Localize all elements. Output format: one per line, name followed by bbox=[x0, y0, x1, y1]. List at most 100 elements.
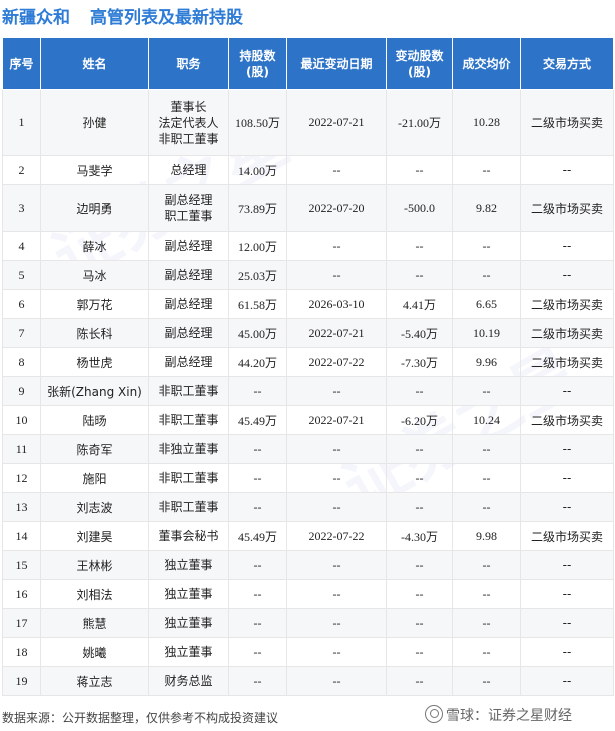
cell-change: -- bbox=[386, 376, 453, 406]
cell-change: -6.20万 bbox=[386, 405, 453, 435]
cell-position: 副总经理 bbox=[148, 289, 229, 319]
table-row: 12 施阳 非职工董事 -- -- -- -- -- bbox=[2, 463, 614, 493]
table-row: 18 姚曦 独立董事 -- -- -- -- -- bbox=[2, 637, 614, 667]
cell-shares: -- bbox=[228, 376, 287, 406]
cell-name: 熊慧 bbox=[40, 608, 149, 638]
cell-shares: -- bbox=[228, 492, 287, 522]
cell-price: -- bbox=[452, 434, 521, 464]
cell-change: -21.00万 bbox=[386, 89, 453, 156]
cell-no: 8 bbox=[2, 347, 41, 377]
cell-date: -- bbox=[286, 608, 387, 638]
table-row: 17 熊慧 独立董事 -- -- -- -- -- bbox=[2, 608, 614, 638]
cell-change: -5.40万 bbox=[386, 318, 453, 348]
cell-price: -- bbox=[452, 579, 521, 609]
cell-change: -- bbox=[386, 492, 453, 522]
cell-method: -- bbox=[520, 463, 614, 493]
cell-shares: 14.00万 bbox=[228, 155, 287, 185]
cell-change: -7.30万 bbox=[386, 347, 453, 377]
cell-price: 10.19 bbox=[452, 318, 521, 348]
cell-method: -- bbox=[520, 231, 614, 261]
cell-method: -- bbox=[520, 492, 614, 522]
cell-change: -- bbox=[386, 637, 453, 667]
table-row: 11 陈奇军 非独立董事 -- -- -- -- -- bbox=[2, 434, 614, 464]
footer-brand: 雪球：证券之星财经 bbox=[425, 705, 572, 725]
cell-price: -- bbox=[452, 666, 521, 696]
table-row: 13 刘志波 非职工董事 -- -- -- -- -- bbox=[2, 492, 614, 522]
cell-position: 非独立董事 bbox=[148, 434, 229, 464]
cell-date: -- bbox=[286, 376, 387, 406]
col-header-position: 职务 bbox=[148, 37, 229, 90]
cell-change: -- bbox=[386, 260, 453, 290]
cell-shares: -- bbox=[228, 434, 287, 464]
cell-price: 10.24 bbox=[452, 405, 521, 435]
cell-price: 9.96 bbox=[452, 347, 521, 377]
cell-price: -- bbox=[452, 231, 521, 261]
cell-shares: 61.58万 bbox=[228, 289, 287, 319]
cell-shares: 25.03万 bbox=[228, 260, 287, 290]
cell-shares: -- bbox=[228, 550, 287, 580]
page-title: 高管列表及最新持股 bbox=[90, 8, 243, 28]
cell-method: 二级市场买卖 bbox=[520, 289, 614, 319]
company-name: 新疆众和 bbox=[2, 8, 70, 28]
cell-name: 郭万花 bbox=[40, 289, 149, 319]
cell-method: 二级市场买卖 bbox=[520, 318, 614, 348]
cell-position: 独立董事 bbox=[148, 579, 229, 609]
cell-shares: -- bbox=[228, 579, 287, 609]
cell-name: 姚曦 bbox=[40, 637, 149, 667]
cell-shares: -- bbox=[228, 666, 287, 696]
col-header-method: 交易方式 bbox=[520, 37, 614, 90]
cell-date: -- bbox=[286, 463, 387, 493]
cell-method: -- bbox=[520, 376, 614, 406]
cell-shares: -- bbox=[228, 637, 287, 667]
cell-no: 16 bbox=[2, 579, 41, 609]
cell-name: 蒋立志 bbox=[40, 666, 149, 696]
cell-name: 刘志波 bbox=[40, 492, 149, 522]
cell-position: 非职工董事 bbox=[148, 405, 229, 435]
cell-method: -- bbox=[520, 637, 614, 667]
col-header-name: 姓名 bbox=[40, 37, 149, 90]
table-row: 1 孙健 董事长 法定代表人 非职工董事 108.50万 2022-07-21 -21.0… bbox=[2, 89, 614, 156]
cell-shares: -- bbox=[228, 608, 287, 638]
cell-date: 2022-07-21 bbox=[286, 405, 387, 435]
cell-name: 陈奇军 bbox=[40, 434, 149, 464]
cell-price: -- bbox=[452, 463, 521, 493]
cell-no: 7 bbox=[2, 318, 41, 348]
snowball-logo-icon bbox=[425, 705, 443, 723]
cell-date: 2022-07-22 bbox=[286, 521, 387, 551]
col-header-no: 序号 bbox=[2, 37, 41, 90]
cell-name: 施阳 bbox=[40, 463, 149, 493]
cell-date: -- bbox=[286, 231, 387, 261]
cell-date: -- bbox=[286, 579, 387, 609]
cell-date: -- bbox=[286, 666, 387, 696]
cell-no: 4 bbox=[2, 231, 41, 261]
cell-price: -- bbox=[452, 550, 521, 580]
cell-no: 1 bbox=[2, 89, 41, 156]
cell-method: -- bbox=[520, 666, 614, 696]
cell-price: -- bbox=[452, 260, 521, 290]
cell-position: 副总经理 bbox=[148, 231, 229, 261]
cell-name: 马冰 bbox=[40, 260, 149, 290]
cell-name: 马斐学 bbox=[40, 155, 149, 185]
cell-price: -- bbox=[452, 492, 521, 522]
cell-position: 独立董事 bbox=[148, 550, 229, 580]
cell-name: 陈长科 bbox=[40, 318, 149, 348]
cell-name: 王林彬 bbox=[40, 550, 149, 580]
cell-name: 陆旸 bbox=[40, 405, 149, 435]
cell-no: 13 bbox=[2, 492, 41, 522]
cell-method: -- bbox=[520, 434, 614, 464]
cell-shares: 45.49万 bbox=[228, 405, 287, 435]
cell-price: 9.98 bbox=[452, 521, 521, 551]
cell-method: 二级市场买卖 bbox=[520, 405, 614, 435]
cell-name: 杨世虎 bbox=[40, 347, 149, 377]
data-source-note: 数据来源：公开数据整理，仅供参考不构成投资建议 bbox=[2, 711, 279, 725]
cell-price: -- bbox=[452, 608, 521, 638]
cell-date: 2022-07-21 bbox=[286, 318, 387, 348]
cell-date: -- bbox=[286, 434, 387, 464]
cell-name: 边明勇 bbox=[40, 184, 149, 232]
cell-no: 6 bbox=[2, 289, 41, 319]
cell-method: -- bbox=[520, 608, 614, 638]
cell-position: 财务总监 bbox=[148, 666, 229, 696]
table-row: 9 张新(Zhang Xin) 非职工董事 -- -- -- -- -- bbox=[2, 376, 614, 406]
col-header-change: 变动股数 (股) bbox=[386, 37, 453, 90]
cell-change: -- bbox=[386, 155, 453, 185]
